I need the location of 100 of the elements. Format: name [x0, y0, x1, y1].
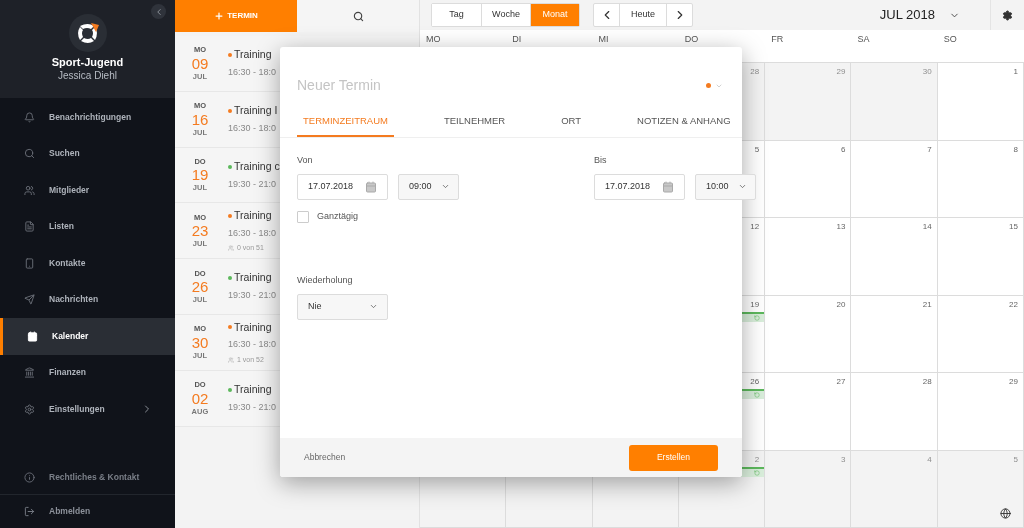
globe-icon[interactable]: [1000, 508, 1011, 519]
day-number: 2: [754, 453, 761, 466]
day-number: 6: [840, 143, 847, 156]
event-day: 02: [191, 390, 209, 406]
event-title[interactable]: Training: [234, 319, 272, 336]
day-number: 12: [750, 221, 761, 233]
event-title[interactable]: Training: [234, 382, 272, 398]
field-label: Bis: [594, 154, 608, 168]
event-title[interactable]: Training: [234, 207, 272, 224]
club-name: Sport-Jugend: [51, 56, 124, 70]
event-title[interactable]: Training: [234, 47, 272, 63]
day-number: 28: [922, 376, 933, 388]
color-picker[interactable]: [706, 81, 723, 90]
dialog-tab[interactable]: ORT: [555, 114, 588, 138]
weekday-header: MI: [597, 33, 610, 46]
repeat-select[interactable]: Nie: [297, 293, 388, 320]
dialog-tab[interactable]: TEILNEHMER: [437, 114, 512, 138]
day-number: 5: [1013, 453, 1019, 466]
event-time: 16:30 - 18:0: [228, 66, 277, 79]
weekday-header: MO: [425, 33, 442, 46]
day-number: 8: [1013, 143, 1019, 156]
settings-icon: [24, 403, 35, 415]
field-label: Von: [297, 154, 314, 168]
weekday-header: FR: [770, 33, 785, 46]
event-title[interactable]: Training: [234, 270, 272, 287]
nav-item[interactable]: Benachrichtigungen: [0, 99, 175, 136]
weekday-header: DO: [683, 33, 700, 46]
nav-item[interactable]: Finanzen: [0, 354, 175, 391]
club-logo: [68, 14, 107, 52]
search-icon: [24, 148, 35, 160]
document-icon: [24, 221, 35, 233]
event-day: 26: [191, 279, 209, 295]
day-number: 7: [927, 143, 933, 156]
weekday-header: SA: [856, 33, 871, 46]
date-field[interactable]: 17.07.2018: [297, 173, 388, 200]
date-field[interactable]: 17.07.2018: [594, 173, 685, 200]
day-number: 22: [1009, 298, 1019, 311]
dialog-tab[interactable]: NOTIZEN & ANHANG: [631, 114, 737, 138]
nav-item[interactable]: Rechtliches & Kontakt: [0, 460, 175, 494]
time-select[interactable]: 09:00: [398, 173, 459, 200]
event-day: 19: [191, 167, 209, 183]
event-time: 16:30 - 18:0: [228, 121, 278, 135]
nav-item[interactable]: Kalender: [0, 318, 175, 355]
calendar-icon: [27, 330, 38, 342]
nav-item[interactable]: Mitglieder: [0, 172, 175, 209]
circular-arrow-icon: [754, 392, 761, 398]
event-day: 09: [191, 55, 209, 71]
nav-item[interactable]: Listen: [0, 208, 175, 245]
day-number: 28: [750, 66, 761, 78]
day-number: 19: [750, 298, 761, 311]
phone-icon: [24, 257, 35, 269]
time-select[interactable]: 10:00: [695, 173, 756, 200]
calendar-icon: [662, 180, 674, 193]
nav-item[interactable]: Kontakte: [0, 245, 175, 282]
people-icon: [228, 245, 234, 252]
event-time: 19:30 - 21:0: [228, 400, 277, 414]
day-number: 5: [754, 143, 761, 156]
collapse-button[interactable]: [151, 4, 166, 19]
bell-icon: [24, 111, 35, 123]
nav-item[interactable]: Nachrichten: [0, 281, 175, 318]
event-day: 23: [191, 223, 209, 239]
bank-icon: [24, 367, 35, 379]
info-icon: [24, 471, 35, 483]
calendar-icon: [365, 180, 377, 193]
event-time: 19:30 - 21:0: [228, 177, 278, 191]
event-title[interactable]: Training c: [234, 158, 280, 175]
event-day: 30: [191, 334, 209, 350]
circular-arrow-icon: [754, 469, 761, 476]
day-number: 15: [1009, 221, 1019, 233]
day-number: 13: [836, 221, 847, 233]
day-number: 3: [840, 453, 847, 466]
cancel-button[interactable]: Abbrechen: [304, 451, 346, 464]
nav-item[interactable]: Suchen: [0, 135, 175, 172]
event-time: 19:30 - 21:0: [228, 289, 277, 303]
people-icon: [24, 184, 35, 196]
field-label: Wiederholung: [297, 274, 354, 288]
day-number: 20: [836, 298, 847, 311]
user-name: Jessica Diehl: [58, 69, 117, 83]
nav-item[interactable]: Einstellungen: [0, 391, 175, 428]
settings-icon: [1002, 9, 1013, 21]
all-day-checkbox[interactable]: [297, 210, 309, 223]
month-picker[interactable]: JUL 2018: [879, 5, 960, 25]
event-title[interactable]: Training I: [234, 103, 278, 119]
day-number: 29: [836, 66, 847, 78]
event-time: 16:30 - 18:0: [228, 226, 277, 240]
logout-icon: [24, 506, 35, 517]
day-number: 26: [750, 376, 761, 388]
day-number: 4: [927, 453, 933, 466]
day-number: 21: [922, 298, 933, 311]
event-time: 16:30 - 18:0: [228, 338, 277, 352]
weekday-header: SO: [942, 33, 958, 46]
dialog-title: Neuer Termin: [297, 76, 381, 95]
checkbox-label: Ganztägig: [317, 209, 359, 223]
people-icon: [228, 357, 234, 363]
weekday-header: DI: [511, 33, 523, 46]
day-number: 14: [922, 221, 933, 233]
plus-icon: [214, 11, 225, 21]
day-number: 30: [922, 66, 933, 78]
event-day: 16: [191, 111, 209, 127]
circular-arrow-icon: [754, 314, 761, 321]
